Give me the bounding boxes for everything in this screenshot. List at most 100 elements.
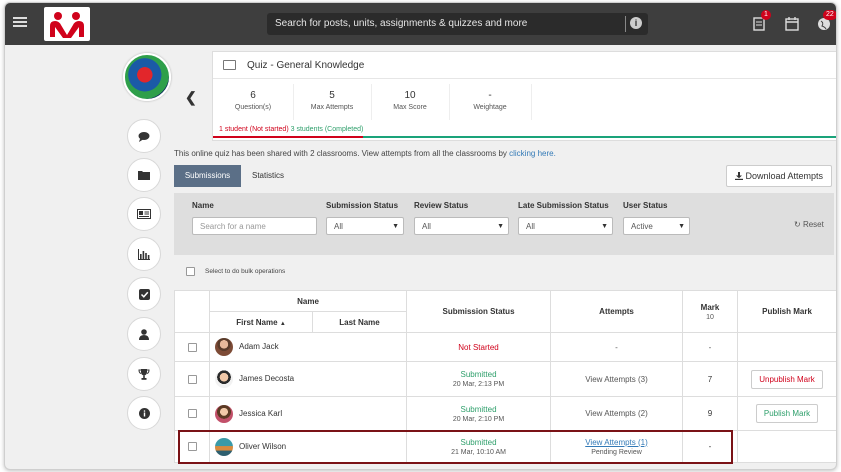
row-select-cell: [174, 332, 210, 362]
review-status-label: Review Status: [414, 201, 469, 210]
table-row: Oliver Wilson Submitted 21 Mar, 10:10 AM …: [174, 430, 836, 463]
mark-cell: 7: [682, 361, 739, 397]
tab-submissions[interactable]: Submissions: [174, 165, 241, 187]
student-avatar: [215, 404, 233, 423]
user-status-value: Active: [631, 222, 653, 231]
submission-status-text: Submitted: [460, 437, 497, 447]
submission-status-cell: Submitted 21 Mar, 10:10 AM: [406, 430, 552, 463]
publish-mark-column-header: Publish Mark: [737, 290, 836, 333]
row-checkbox[interactable]: [187, 409, 197, 419]
review-status-text: Pending Review: [591, 448, 642, 456]
name-search-input[interactable]: Search for a name: [192, 217, 317, 235]
late-submission-label: Late Submission Status: [518, 201, 609, 210]
submission-status-text: Submitted: [460, 370, 497, 379]
stat-questions: 6 Question(s): [213, 84, 294, 120]
search-divider: [625, 16, 626, 32]
classroom-avatar[interactable]: [123, 53, 171, 101]
trophy-icon: [138, 368, 150, 380]
hamburger-menu-icon[interactable]: [13, 15, 27, 29]
calendar-icon[interactable]: [785, 17, 799, 33]
sort-ascending-icon: ▲: [279, 320, 286, 327]
sidebar-discussions-button[interactable]: [127, 119, 161, 153]
student-name-cell: Adam Jack: [208, 332, 408, 362]
stat-questions-value: 6: [250, 90, 256, 101]
review-status-select[interactable]: All ▼: [414, 217, 509, 235]
chevron-down-icon: ▼: [497, 223, 504, 230]
attempts-column-header: Attempts: [550, 290, 684, 333]
reset-button[interactable]: ↻ Reset: [794, 220, 824, 229]
submission-date: 21 Mar, 10:10 AM: [451, 448, 506, 456]
row-checkbox[interactable]: [187, 442, 197, 452]
unpublish-mark-button[interactable]: Unpublish Mark: [751, 369, 823, 389]
sidebar-achievements-button[interactable]: [127, 357, 161, 391]
stat-weightage: - Weightage: [449, 84, 532, 120]
last-name-column-header[interactable]: Last Name: [311, 311, 408, 333]
attempts-cell[interactable]: View Attempts (2): [550, 396, 684, 431]
attempts-cell[interactable]: View Attempts (3): [550, 361, 684, 397]
student-name[interactable]: Oliver Wilson: [239, 442, 286, 451]
submission-status-value: All: [334, 222, 343, 231]
progress-bar-completed: [363, 136, 836, 138]
shared-notice-text: This online quiz has been shared with 2 …: [174, 149, 510, 158]
global-search-input[interactable]: Search for posts, units, assignments & q…: [267, 13, 648, 35]
bar-chart-icon: [138, 248, 150, 260]
id-card-icon: [137, 209, 151, 219]
stat-max-attempts: 5 Max Attempts: [293, 84, 372, 120]
tab-statistics[interactable]: Statistics: [252, 165, 284, 187]
student-name[interactable]: James Decosta: [239, 374, 294, 383]
globe-icon[interactable]: 22: [817, 10, 836, 33]
notifications-icon[interactable]: 1: [753, 10, 771, 33]
row-select-cell: [174, 430, 210, 463]
sidebar-members-button[interactable]: [127, 317, 161, 351]
late-submission-select[interactable]: All ▼: [518, 217, 613, 235]
submission-status-text: Submitted: [460, 404, 497, 414]
mark-cell: -: [682, 332, 739, 362]
chat-bubble-icon: [138, 131, 150, 142]
submission-status-cell: Submitted 20 Mar, 2:13 PM: [406, 361, 552, 397]
quiz-summary-card: Quiz - General Knowledge 6 Question(s) 5…: [212, 51, 836, 141]
user-status-select[interactable]: Active ▼: [623, 217, 690, 235]
quiz-title: Quiz - General Knowledge: [247, 60, 365, 71]
filter-panel: Name Search for a name Submission Status…: [174, 193, 834, 255]
sidebar-tasks-button[interactable]: [127, 277, 161, 311]
sidebar-reports-button[interactable]: [127, 237, 161, 271]
row-select-cell: [174, 361, 210, 397]
submissions-table: Name Submission Status Attempts Mark 10 P…: [174, 290, 836, 463]
student-name[interactable]: Adam Jack: [239, 342, 279, 351]
chevron-down-icon: ▼: [392, 223, 399, 230]
row-checkbox[interactable]: [187, 342, 197, 352]
mark-max: 10: [706, 313, 714, 321]
checkbox-icon: [138, 288, 150, 300]
review-status-value: All: [422, 222, 431, 231]
app-logo[interactable]: [44, 7, 90, 41]
first-name-column-header[interactable]: First Name ▲: [209, 311, 313, 333]
submission-status-cell: Submitted 20 Mar, 2:10 PM: [406, 396, 552, 431]
late-submission-value: All: [526, 222, 535, 231]
quiz-header: Quiz - General Knowledge: [213, 52, 836, 79]
row-checkbox[interactable]: [187, 374, 197, 384]
sidebar-id-card-button[interactable]: [127, 197, 161, 231]
back-chevron-icon[interactable]: ❮: [185, 89, 197, 106]
stat-max-score: 10 Max Score: [371, 84, 450, 120]
view-attempts-link[interactable]: View Attempts (1): [585, 438, 648, 447]
info-icon[interactable]: i: [630, 17, 642, 29]
stat-questions-label: Question(s): [234, 104, 272, 111]
submission-status-select[interactable]: All ▼: [326, 217, 404, 235]
sidebar-files-button[interactable]: [127, 158, 161, 192]
submission-status-cell: Not Started: [406, 332, 552, 362]
notifications-badge: 1: [761, 10, 771, 20]
submission-date: 20 Mar, 2:13 PM: [452, 381, 505, 388]
name-column-header: Name: [208, 290, 408, 312]
student-name[interactable]: Jessica Karl: [239, 409, 282, 418]
publish-mark-button[interactable]: Publish Mark: [755, 404, 819, 423]
sidebar-about-button[interactable]: [127, 396, 161, 430]
submission-status-label: Submission Status: [326, 201, 399, 210]
download-attempts-button[interactable]: Download Attempts: [726, 165, 832, 187]
progress-bar-not-started: [213, 136, 363, 138]
reset-label: Reset: [802, 220, 824, 229]
bulk-select-checkbox[interactable]: [186, 267, 195, 276]
bulk-select: Select to do bulk operations: [186, 267, 285, 276]
clicking-here-link[interactable]: clicking here.: [509, 149, 556, 158]
user-status-label: User Status: [623, 201, 668, 210]
download-attempts-label: Download Attempts: [745, 171, 824, 181]
